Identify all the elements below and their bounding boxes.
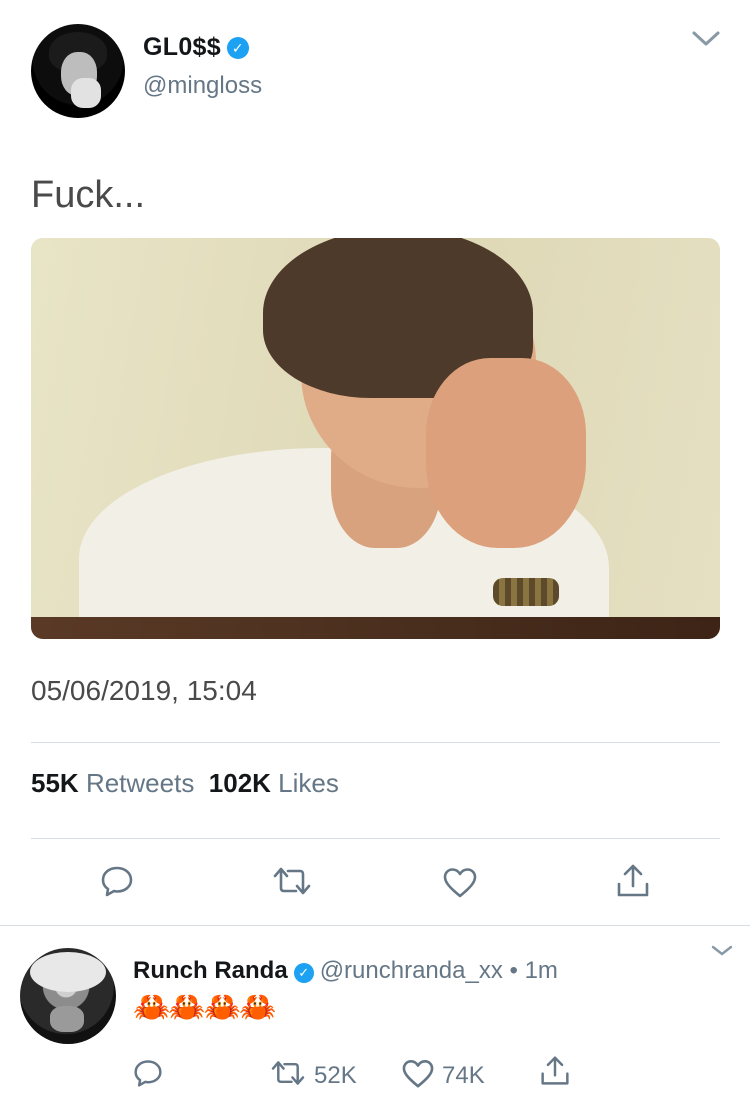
divider [31,742,720,743]
likes-stat[interactable]: 102K Likes [209,768,339,798]
tweet-media-image[interactable] [31,238,720,639]
reply-likes-count: 74K [442,1062,485,1089]
retweets-stat[interactable]: 55K Retweets [31,768,194,798]
likes-label: Likes [278,768,339,798]
retweet-icon[interactable] [272,864,312,898]
reply-icon[interactable] [100,864,134,898]
tweet-timestamp: 05/06/2019, 15:04 [31,675,257,706]
tweet-text: Fuck... [31,174,146,216]
reply-action-bar: 52K 74K [0,1056,750,1098]
retweets-count: 55K [31,768,79,798]
retweet-icon[interactable] [270,1058,306,1088]
share-icon[interactable] [540,1054,570,1088]
reply-time: 1m [524,957,558,984]
author-handle[interactable]: @mingloss [143,72,262,100]
reply-author-name[interactable]: Runch Randa [133,957,288,984]
chevron-down-icon[interactable] [710,944,734,958]
like-icon[interactable] [402,1059,434,1089]
chevron-down-icon[interactable] [690,26,722,50]
divider [31,838,720,839]
author-display-name[interactable]: GL0$$ ✓ [143,33,249,62]
reply-separator: • [509,957,518,984]
verified-badge-icon: ✓ [226,37,249,59]
like-icon[interactable] [443,866,477,900]
section-divider [0,925,750,926]
reply-header: Runch Randa ✓ @runchranda_xx • 1m [133,957,558,985]
author-avatar[interactable] [31,24,125,118]
share-icon[interactable] [616,862,650,900]
tweet-stats: 55K Retweets 102K Likes [31,768,339,799]
author-name-text: GL0$$ [143,33,221,61]
verified-badge-icon: ✓ [293,963,314,983]
reply-author-avatar[interactable] [20,948,116,1044]
reply-text: 🦀🦀🦀🦀 [133,991,276,1024]
retweets-label: Retweets [85,768,195,798]
reply-retweets-count: 52K [314,1062,357,1089]
reply-author-handle[interactable]: @runchranda_xx [320,957,503,984]
reply-icon[interactable] [133,1058,163,1088]
likes-count: 102K [208,768,271,798]
